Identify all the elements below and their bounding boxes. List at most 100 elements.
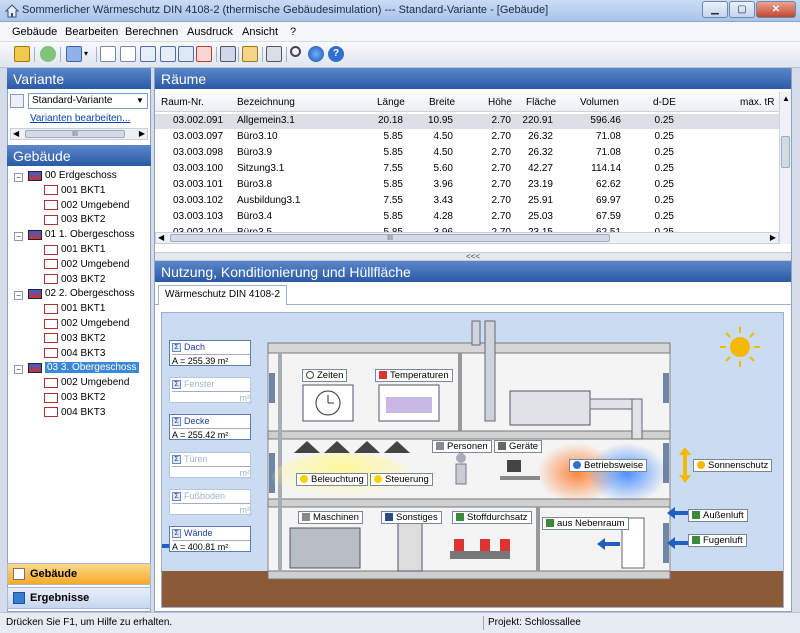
tree-zone[interactable]: 004 BKT3: [44, 407, 105, 422]
scroll-thumb[interactable]: III: [25, 130, 125, 138]
menu-berechnen[interactable]: Berechnen: [125, 26, 178, 38]
label-maschinen[interactable]: Maschinen: [298, 511, 363, 524]
nav-ergebnisse-button[interactable]: Ergebnisse: [7, 587, 151, 609]
label-temperaturen[interactable]: Temperaturen: [375, 369, 453, 382]
prop-decke[interactable]: Σ Decke A = 255.42 m²: [169, 414, 251, 440]
help-icon[interactable]: ?: [328, 46, 344, 62]
edit-variants-link[interactable]: Varianten bearbeiten...: [30, 113, 130, 124]
col-max-tr[interactable]: max. tR: [740, 97, 774, 108]
tree-floor[interactable]: 01 1. Obergeschoss: [28, 229, 135, 244]
label-aussenluft[interactable]: Außenluft: [688, 509, 748, 522]
col-flaeche[interactable]: Fläche: [526, 97, 556, 108]
scroll-thumb[interactable]: [781, 136, 790, 168]
table-row[interactable]: 03.003.098 Büro3.9 5.85 4.50 2.70 26.32 71.08 0…: [155, 146, 779, 161]
edit-icon[interactable]: [242, 46, 258, 62]
scroll-right-icon[interactable]: ▶: [139, 129, 145, 138]
label-betriebsweise[interactable]: Betriebsweise: [569, 459, 648, 472]
close-button[interactable]: ✕: [756, 1, 796, 18]
tree-zone[interactable]: 004 BKT3: [44, 348, 105, 363]
table-row[interactable]: 03.003.100 Sitzung3.1 7.55 5.60 2.70 42.27 114…: [155, 162, 779, 177]
globe-icon[interactable]: [308, 46, 324, 62]
open-folder-icon[interactable]: [14, 46, 30, 62]
delete-icon[interactable]: [196, 46, 212, 62]
tree-zone[interactable]: 001 BKT1: [44, 303, 105, 318]
tree-expander[interactable]: −: [14, 173, 23, 182]
col-bezeichnung[interactable]: Bezeichnung: [237, 97, 295, 108]
tree-expander[interactable]: −: [14, 365, 23, 375]
variant-hscrollbar[interactable]: ◀ III ▶: [10, 128, 148, 140]
scroll-left-icon[interactable]: ◀: [13, 129, 19, 138]
menu-ausdruck[interactable]: Ausdruck: [187, 26, 233, 38]
search-icon[interactable]: [290, 46, 301, 57]
tree-floor[interactable]: 00 Erdgeschoss: [28, 170, 117, 185]
print-icon[interactable]: [266, 46, 282, 62]
label-personen[interactable]: Personen: [432, 440, 492, 453]
new-document-icon[interactable]: [100, 46, 116, 62]
table-row[interactable]: 03.003.101 Büro3.8 5.85 3.96 2.70 23.19 62.62 0…: [155, 178, 779, 193]
menu-gebaeude[interactable]: Gebäude: [12, 26, 57, 38]
table-row[interactable]: 03.002.091 Allgemein3.1 20.18 10.95 2.70 220.…: [155, 114, 779, 129]
tree-expander[interactable]: −: [14, 232, 23, 242]
table-row[interactable]: 03.003.102 Ausbildung3.1 7.55 3.43 2.70 25.91…: [155, 194, 779, 209]
duplicate-icon[interactable]: [178, 46, 194, 62]
col-d-de[interactable]: d-DE: [653, 97, 676, 108]
minimize-button[interactable]: ▁: [702, 1, 728, 18]
tree-zone[interactable]: 002 Umgebend: [44, 200, 129, 215]
variant-select[interactable]: Standard-Variante ▼: [28, 93, 148, 109]
tree-zone[interactable]: 001 BKT1: [44, 185, 105, 200]
paste-icon[interactable]: [160, 46, 176, 62]
rooms-hscrollbar[interactable]: ◀ III ▶: [155, 232, 779, 244]
dropdown-arrow-icon[interactable]: ▾: [84, 46, 92, 62]
sigma-icon[interactable]: Σ: [172, 417, 181, 426]
calculate-icon[interactable]: [220, 46, 236, 62]
refresh-icon[interactable]: [40, 46, 56, 62]
label-geraete[interactable]: Geräte: [494, 440, 543, 453]
chevron-down-icon[interactable]: ▼: [134, 95, 146, 107]
scroll-right-icon[interactable]: ▶: [770, 233, 776, 242]
tree-floor[interactable]: 03 3. Obergeschoss: [28, 362, 139, 377]
copy-icon[interactable]: [140, 46, 156, 62]
tree-zone[interactable]: 003 BKT2: [44, 214, 105, 229]
maximize-button[interactable]: ▢: [729, 1, 755, 18]
col-volumen[interactable]: Volumen: [580, 97, 619, 108]
menu-ansicht[interactable]: Ansicht: [242, 26, 278, 38]
tree-zone[interactable]: 002 Umgebend: [44, 377, 129, 392]
sigma-icon[interactable]: Σ: [172, 529, 181, 538]
pane-splitter[interactable]: <<<: [155, 252, 791, 261]
tree-zone[interactable]: 003 BKT2: [44, 392, 105, 407]
sigma-icon[interactable]: Σ: [172, 343, 181, 352]
scroll-thumb[interactable]: III: [170, 234, 610, 242]
label-sonnenschutz[interactable]: Sonnenschutz: [693, 459, 773, 472]
label-sonstiges[interactable]: Sonstiges: [381, 511, 442, 524]
prop-dach[interactable]: Σ Dach A = 255.39 m²: [169, 340, 251, 366]
table-row[interactable]: 03.003.103 Büro3.4 5.85 4.28 2.70 25.03 67.59 0…: [155, 210, 779, 225]
col-hoehe[interactable]: Höhe: [488, 97, 512, 108]
tree-zone[interactable]: 002 Umgebend: [44, 318, 129, 333]
label-steuerung[interactable]: Steuerung: [370, 473, 433, 486]
label-zeiten[interactable]: Zeiten: [302, 369, 348, 382]
nav-gebaeude-button[interactable]: Gebäude: [7, 563, 151, 585]
document-icon[interactable]: [120, 46, 136, 62]
prop-waende[interactable]: Σ Wände A = 400.81 m²: [169, 526, 251, 552]
label-fugenluft[interactable]: Fugenluft: [688, 534, 747, 547]
menu-help[interactable]: ?: [290, 26, 296, 38]
tree-expander[interactable]: −: [14, 291, 23, 301]
tree-zone[interactable]: 002 Umgebend: [44, 259, 129, 274]
col-laenge[interactable]: Länge: [377, 97, 405, 108]
view-icon[interactable]: [66, 46, 82, 62]
table-row[interactable]: 03.003.097 Büro3.10 5.85 4.50 2.70 26.32 71.08…: [155, 130, 779, 145]
tree-zone[interactable]: 003 BKT2: [44, 274, 105, 289]
tree-floor[interactable]: 02 2. Obergeschoss: [28, 288, 135, 303]
scroll-left-icon[interactable]: ◀: [158, 233, 164, 242]
col-breite[interactable]: Breite: [429, 97, 455, 108]
label-stoffdurchsatz[interactable]: Stoffdurchsatz: [452, 511, 532, 524]
scroll-up-icon[interactable]: ▲: [782, 94, 790, 103]
menu-bearbeiten[interactable]: Bearbeiten: [65, 26, 118, 38]
rooms-vscrollbar[interactable]: ▲: [779, 92, 791, 244]
tab-waermeschutz[interactable]: Wärmeschutz DIN 4108-2: [158, 285, 288, 305]
tree-zone[interactable]: 003 BKT2: [44, 333, 105, 348]
col-raum-nr[interactable]: Raum-Nr.: [161, 97, 204, 108]
label-beleuchtung[interactable]: Beleuchtung: [296, 473, 368, 486]
tree-zone[interactable]: 001 BKT1: [44, 244, 105, 259]
label-aus-nebenraum[interactable]: aus Nebenraum: [542, 517, 629, 530]
